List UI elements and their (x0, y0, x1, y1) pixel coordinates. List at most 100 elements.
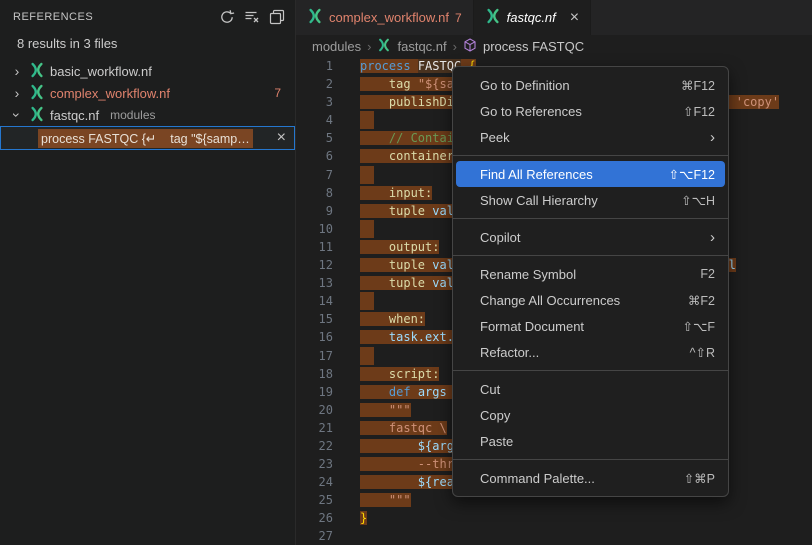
menu-item-copy[interactable]: Copy (453, 402, 728, 428)
chevron-right-icon[interactable]: › (10, 86, 24, 100)
code-token: process (360, 59, 411, 73)
line-number: 7 (296, 166, 360, 184)
line-content: output: (360, 238, 439, 256)
code-token (360, 330, 389, 344)
dismiss-icon[interactable]: × (277, 130, 286, 146)
code-token (360, 367, 389, 381)
tree-file-row[interactable]: ›complex_workflow.nf7 (0, 82, 295, 104)
code-token: script: (389, 367, 440, 381)
tab-bar: complex_workflow.nf 7 fastqc.nf × (296, 0, 812, 35)
line-number: 22 (296, 437, 360, 455)
clear-all-icon[interactable] (244, 9, 260, 25)
tree-file-row[interactable]: › fastqc.nf modules (0, 104, 295, 126)
menu-item-show-call-hierarchy[interactable]: Show Call Hierarchy⇧⌥H (453, 187, 728, 213)
code-token (360, 457, 418, 471)
code-token (360, 403, 389, 417)
code-token: input: (389, 186, 432, 200)
code-token (360, 204, 389, 218)
line-content (360, 292, 374, 310)
chevron-down-icon[interactable]: › (10, 108, 24, 122)
menu-item-label: Rename Symbol (480, 267, 700, 282)
reference-highlight (360, 166, 374, 184)
menu-item-label: Cut (480, 382, 715, 397)
menu-item-label: Refactor... (480, 345, 690, 360)
tab-label: fastqc.nf (507, 10, 556, 25)
chevron-right-icon[interactable]: › (10, 64, 24, 78)
file-label: fastqc.nf (50, 108, 99, 123)
code-token: } (360, 511, 367, 525)
code-token (360, 421, 389, 435)
menu-item-copilot[interactable]: Copilot› (453, 224, 728, 250)
code-token (360, 276, 389, 290)
line-number: 23 (296, 455, 360, 473)
menu-item-format-document[interactable]: Format Document⇧⌥F (453, 313, 728, 339)
menu-item-go-to-definition[interactable]: Go to Definition⌘F12 (453, 72, 728, 98)
reference-result-row[interactable]: process FASTQC {↵ tag "${samp…× (0, 126, 295, 150)
menu-item-shortcut: ⌘F12 (681, 78, 715, 93)
results-summary: 8 results in 3 files (0, 33, 295, 60)
code-token: tuple (389, 276, 425, 290)
refresh-icon[interactable] (219, 9, 235, 25)
reference-highlight: when: (360, 312, 425, 326)
vscode-window: REFERENCES 8 results in 3 files ›basic_w… (0, 0, 812, 545)
menu-item-rename-symbol[interactable]: Rename SymbolF2 (453, 261, 728, 287)
chevron-right-icon: › (453, 39, 457, 54)
line-number: 2 (296, 75, 360, 93)
menu-item-label: Go to References (480, 104, 683, 119)
menu-item-command-palette[interactable]: Command Palette...⇧⌘P (453, 465, 728, 491)
line-number: 10 (296, 220, 360, 238)
reference-highlight: output: (360, 240, 439, 254)
menu-item-peek[interactable]: Peek› (453, 124, 728, 150)
breadcrumb-item-file[interactable]: fastqc.nf (397, 39, 446, 54)
nextflow-icon (29, 106, 45, 125)
code-token (360, 439, 418, 453)
breadcrumb-item-symbol[interactable]: process FASTQC (483, 39, 584, 54)
menu-item-go-to-references[interactable]: Go to References⇧F12 (453, 98, 728, 124)
line-content: """ (360, 491, 411, 509)
menu-item-label: Format Document (480, 319, 682, 334)
breadcrumb: modules › fastqc.nf › process FASTQC (296, 35, 812, 57)
code-token (360, 385, 389, 399)
menu-item-label: Show Call Hierarchy (480, 193, 681, 208)
code-token (360, 312, 389, 326)
code-token (360, 131, 389, 145)
close-icon[interactable]: × (570, 10, 579, 26)
results-tree: ›basic_workflow.nf›complex_workflow.nf7›… (0, 60, 295, 150)
collapse-all-icon[interactable] (269, 9, 285, 25)
line-number: 27 (296, 527, 360, 545)
menu-item-find-all-references[interactable]: Find All References⇧⌥F12 (456, 161, 725, 187)
menu-item-label: Peek (480, 130, 710, 145)
code-token (360, 77, 389, 91)
menu-item-paste[interactable]: Paste (453, 428, 728, 454)
reference-highlight (360, 220, 374, 238)
submenu-arrow-icon: › (710, 229, 715, 246)
line-content (360, 111, 374, 129)
menu-item-cut[interactable]: Cut (453, 376, 728, 402)
line-content: """ (360, 401, 411, 419)
code-token: def (389, 385, 411, 399)
reference-highlight: input: (360, 186, 432, 200)
code-line: 26} (296, 509, 812, 527)
line-number: 13 (296, 274, 360, 292)
file-description: modules (110, 108, 155, 122)
reference-highlight (360, 111, 374, 129)
tree-file-row[interactable]: ›basic_workflow.nf (0, 60, 295, 82)
menu-item-refactor[interactable]: Refactor...^⇧R (453, 339, 728, 365)
line-content (360, 347, 374, 365)
code-token (360, 95, 389, 109)
panel-title: REFERENCES (13, 11, 219, 23)
references-panel-header: REFERENCES (0, 0, 295, 33)
line-content (360, 166, 374, 184)
line-number: 20 (296, 401, 360, 419)
tab-complex-workflow[interactable]: complex_workflow.nf 7 (296, 0, 474, 35)
nextflow-icon (307, 8, 323, 27)
menu-item-label: Copilot (480, 230, 710, 245)
tab-fastqc[interactable]: fastqc.nf × (474, 0, 591, 35)
code-token (360, 240, 389, 254)
breadcrumb-item-modules[interactable]: modules (312, 39, 361, 54)
code-token: when: (389, 312, 425, 326)
code-token: """ (389, 493, 411, 507)
nextflow-icon (485, 8, 501, 27)
menu-item-change-all-occurrences[interactable]: Change All Occurrences⌘F2 (453, 287, 728, 313)
panel-actions (219, 9, 285, 25)
